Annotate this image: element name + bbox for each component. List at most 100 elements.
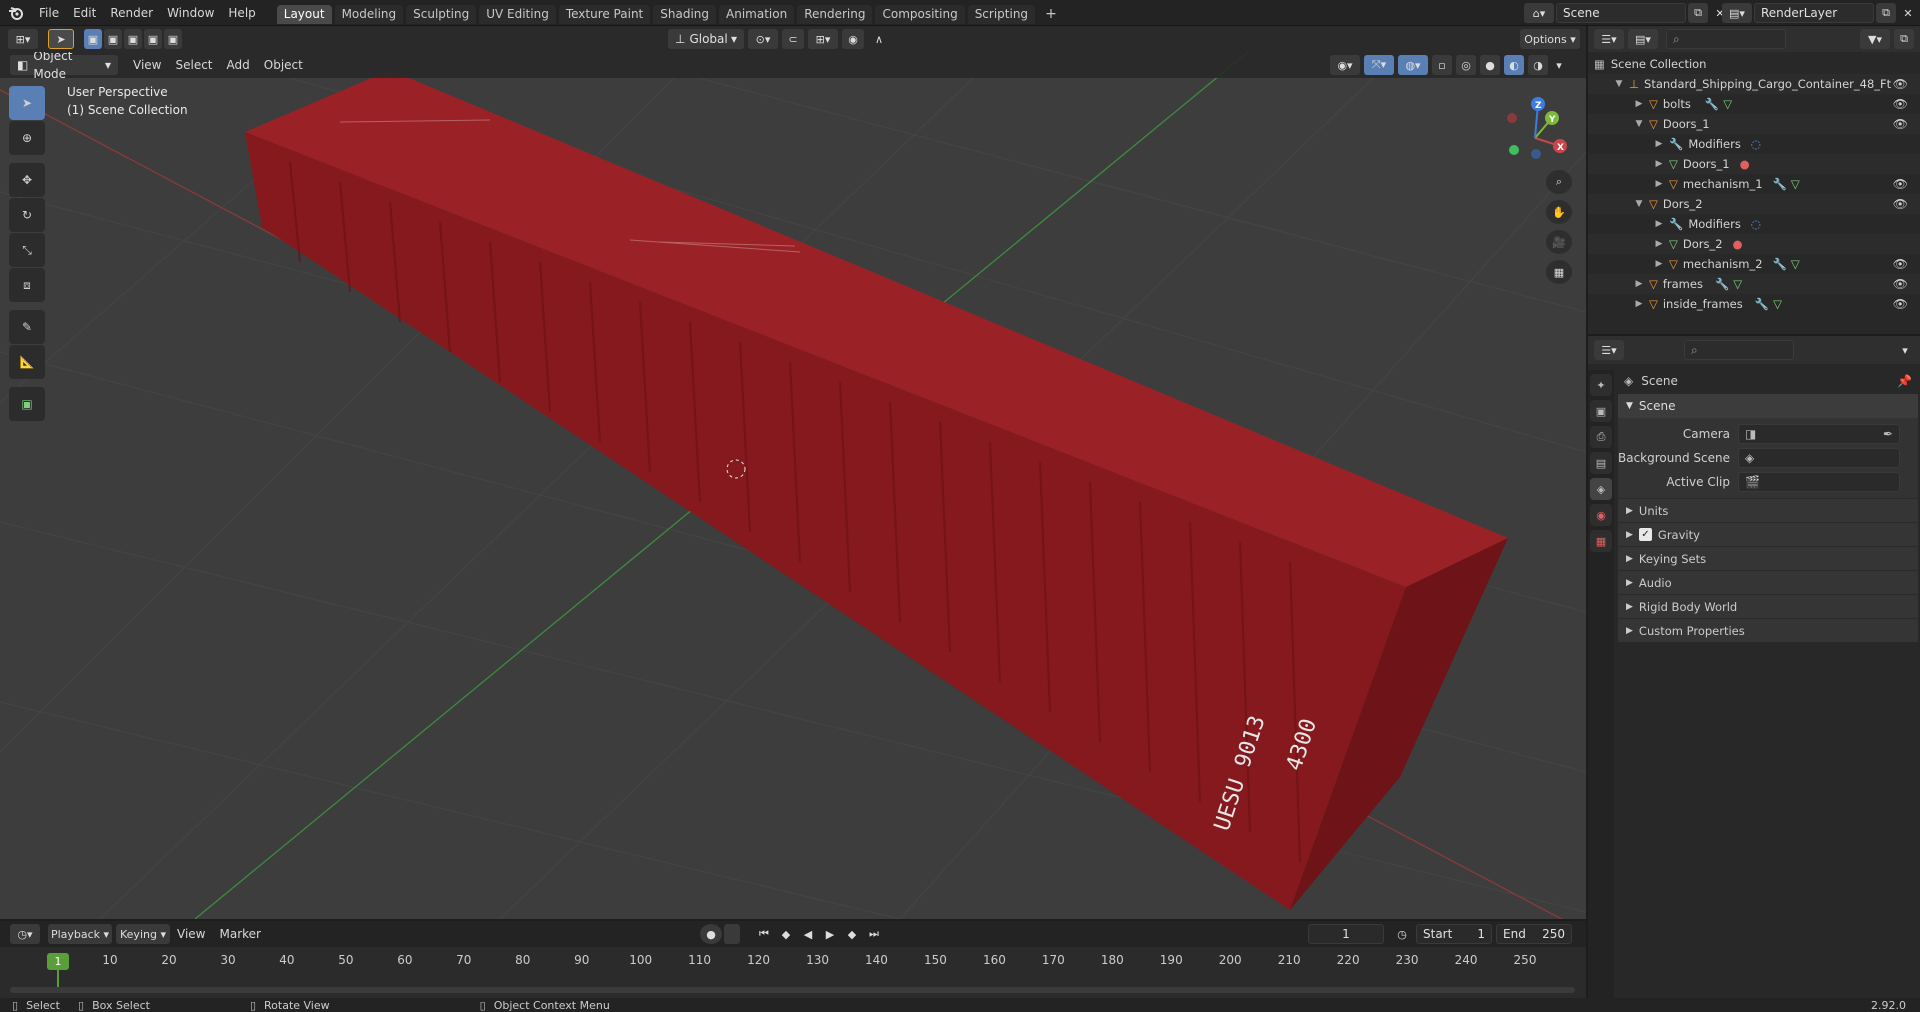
jump-end-icon[interactable]: ⏭ <box>864 924 884 944</box>
visibility-filter-icon[interactable]: ◉▾ <box>1330 55 1360 75</box>
renderlayer-name-field[interactable]: RenderLayer <box>1754 3 1874 23</box>
visibility-eye-icon[interactable]: 👁 <box>1893 97 1908 111</box>
outliner-item-modifiers[interactable]: ▶ 🔧 Modifiers ◌ <box>1588 134 1920 154</box>
timeline-editor-type-icon[interactable]: ◷▾ <box>10 924 40 944</box>
outliner-item-doors-1[interactable]: ▼ ▽ Doors_1 👁 <box>1588 114 1920 134</box>
cursor-tool-icon[interactable]: ⊕ <box>9 121 45 155</box>
jump-start-icon[interactable]: ⏮ <box>754 924 774 944</box>
active-clip-field[interactable]: 🎬 <box>1738 472 1900 492</box>
add-cube-tool-icon[interactable]: ▣ <box>9 387 45 421</box>
playback-menu[interactable]: Playback ▾ <box>48 924 112 944</box>
visibility-eye-icon[interactable]: 👁 <box>1893 117 1908 131</box>
options-dropdown[interactable]: Options ▾ <box>1520 29 1580 49</box>
timeline-ruler[interactable]: 10 20 30 40 50 60 70 80 90 100 110 120 130 140 150 160 1… <box>0 947 1586 998</box>
jump-next-keyframe-icon[interactable]: ◆ <box>842 924 862 944</box>
keying-set-icon[interactable] <box>724 924 740 944</box>
gravity-panel-header[interactable]: ▶ ✓ Gravity <box>1618 522 1918 546</box>
custom-properties-panel-header[interactable]: ▶ Custom Properties <box>1618 618 1918 642</box>
new-scene-icon[interactable]: ⧉ <box>1688 3 1708 23</box>
visibility-eye-icon[interactable]: 👁 <box>1893 177 1908 191</box>
expand-icon[interactable]: ▶ <box>1634 99 1644 109</box>
output-tab-icon[interactable]: ⎙ <box>1590 426 1612 448</box>
properties-search-input[interactable]: ⌕ <box>1684 340 1794 360</box>
outliner-item-dors-2-mesh[interactable]: ▶ ▽ Dors_2 ● <box>1588 234 1920 254</box>
outliner-item-mechanism-2[interactable]: ▶ ▽ mechanism_2 🔧 ▽ 👁 <box>1588 254 1920 274</box>
outliner-item-dors-2[interactable]: ▼ ▽ Dors_2 👁 <box>1588 194 1920 214</box>
scale-tool-icon[interactable]: ⤡ <box>9 233 45 267</box>
new-renderlayer-icon[interactable]: ⧉ <box>1876 3 1896 23</box>
tab-shading[interactable]: Shading <box>653 4 716 24</box>
expand-icon[interactable]: ▼ <box>1614 79 1624 89</box>
add-workspace-button[interactable]: + <box>1038 5 1064 24</box>
world-tab-icon[interactable]: ◉ <box>1590 504 1612 526</box>
select-mode-intersect-icon[interactable]: ▣ <box>164 29 182 49</box>
tab-uv-editing[interactable]: UV Editing <box>479 4 556 24</box>
renderlayer-browse-icon[interactable]: ▤▾ <box>1722 3 1752 23</box>
viewport-menu-select[interactable]: Select <box>168 52 219 78</box>
scene-name-field[interactable]: Scene <box>1556 3 1686 23</box>
move-tool-icon[interactable]: ✥ <box>9 163 45 197</box>
pin-icon[interactable]: 📌 <box>1897 374 1912 388</box>
current-frame-field[interactable]: 1 <box>1308 924 1384 944</box>
texture-tab-icon[interactable]: ▦ <box>1590 530 1612 552</box>
outliner-item-inside-frames[interactable]: ▶ ▽ inside_frames 🔧 ▽ 👁 <box>1588 294 1920 314</box>
outliner-scene-collection[interactable]: ▦ Scene Collection <box>1588 54 1920 74</box>
timeline-scrollbar[interactable] <box>10 987 1575 993</box>
shading-solid-icon[interactable]: ● <box>1480 55 1500 75</box>
view-layer-tab-icon[interactable]: ▤ <box>1590 452 1612 474</box>
tab-animation[interactable]: Animation <box>719 4 795 24</box>
transform-tool-icon[interactable]: ⧈ <box>9 268 45 302</box>
outliner-display-mode-icon[interactable]: ▤▾ <box>1628 29 1658 49</box>
shading-options-icon[interactable]: ▾ <box>1552 55 1566 75</box>
playhead-indicator[interactable]: 1 <box>47 953 69 970</box>
gizmo-toggle-icon[interactable]: ⤧▾ <box>1364 55 1394 75</box>
menu-window[interactable]: Window <box>160 0 221 26</box>
tab-scripting[interactable]: Scripting <box>967 4 1036 24</box>
tab-texture-paint[interactable]: Texture Paint <box>558 4 651 24</box>
outliner-search-input[interactable]: ⌕ <box>1666 29 1786 49</box>
proportional-edit-icon[interactable]: ◉ <box>842 29 864 49</box>
snap-toggle-icon[interactable]: ⊂ <box>782 29 804 49</box>
background-scene-field[interactable]: ◈ <box>1738 448 1900 468</box>
select-mode-new-icon[interactable]: ▣ <box>84 29 102 49</box>
tab-compositing[interactable]: Compositing <box>875 4 965 24</box>
xray-toggle-icon[interactable]: ▫ <box>1432 55 1452 75</box>
select-box-tool-icon[interactable]: ➤ <box>9 86 45 120</box>
gravity-checkbox[interactable]: ✓ <box>1638 528 1652 541</box>
expand-icon[interactable]: ▶ <box>1654 179 1664 189</box>
camera-view-icon[interactable]: 🎥 <box>1546 230 1572 254</box>
viewport-menu-view[interactable]: View <box>126 52 168 78</box>
tab-modeling[interactable]: Modeling <box>334 4 404 24</box>
expand-icon[interactable]: ▶ <box>1654 219 1664 229</box>
auto-keying-icon[interactable]: ● <box>700 924 722 944</box>
cargo-container-mesh[interactable] <box>245 70 1508 910</box>
scene-tab-icon[interactable]: ◈ <box>1590 478 1612 500</box>
shading-rendered-icon[interactable]: ◑ <box>1528 55 1548 75</box>
play-reverse-icon[interactable]: ◀ <box>798 924 818 944</box>
render-tab-icon[interactable]: ▣ <box>1590 400 1612 422</box>
expand-icon[interactable]: ▶ <box>1654 259 1664 269</box>
select-mode-extend-icon[interactable]: ▣ <box>104 29 122 49</box>
shading-material-icon[interactable]: ◐ <box>1504 55 1524 75</box>
tab-layout[interactable]: Layout <box>276 4 332 24</box>
new-collection-icon[interactable]: ⧉ <box>1894 29 1914 49</box>
keying-menu[interactable]: Keying ▾ <box>116 924 170 944</box>
blender-logo-icon[interactable] <box>0 0 32 26</box>
annotate-tool-icon[interactable]: ✎ <box>9 310 45 344</box>
tab-sculpting[interactable]: Sculpting <box>406 4 477 24</box>
preview-range-icon[interactable]: ◷ <box>1392 924 1412 944</box>
outliner-item-doors-1-mesh[interactable]: ▶ ▽ Doors_1 ● <box>1588 154 1920 174</box>
tool-tab-icon[interactable]: ✦ <box>1590 374 1612 396</box>
outliner-item-container[interactable]: ▼ ⊥ Standard_Shipping_Cargo_Container_48… <box>1588 74 1920 94</box>
editor-type-icon[interactable]: ⊞▾ <box>8 29 38 49</box>
select-mode-invert-icon[interactable]: ▣ <box>144 29 162 49</box>
pivot-point-icon[interactable]: ⊙▾ <box>748 29 778 49</box>
outliner-item-mechanism-1[interactable]: ▶ ▽ mechanism_1 🔧 ▽ 👁 <box>1588 174 1920 194</box>
menu-file[interactable]: File <box>32 0 66 26</box>
units-panel-header[interactable]: ▶ Units <box>1618 498 1918 522</box>
select-tool-icon[interactable]: ➤ <box>48 29 74 49</box>
navigation-gizmo[interactable]: X Y Z <box>1500 94 1570 164</box>
transform-orientation-dropdown[interactable]: ⊥ Global ▾ <box>668 29 744 49</box>
pan-view-icon[interactable]: ✋ <box>1546 200 1572 224</box>
zoom-view-icon[interactable]: ⌕ <box>1546 170 1572 194</box>
